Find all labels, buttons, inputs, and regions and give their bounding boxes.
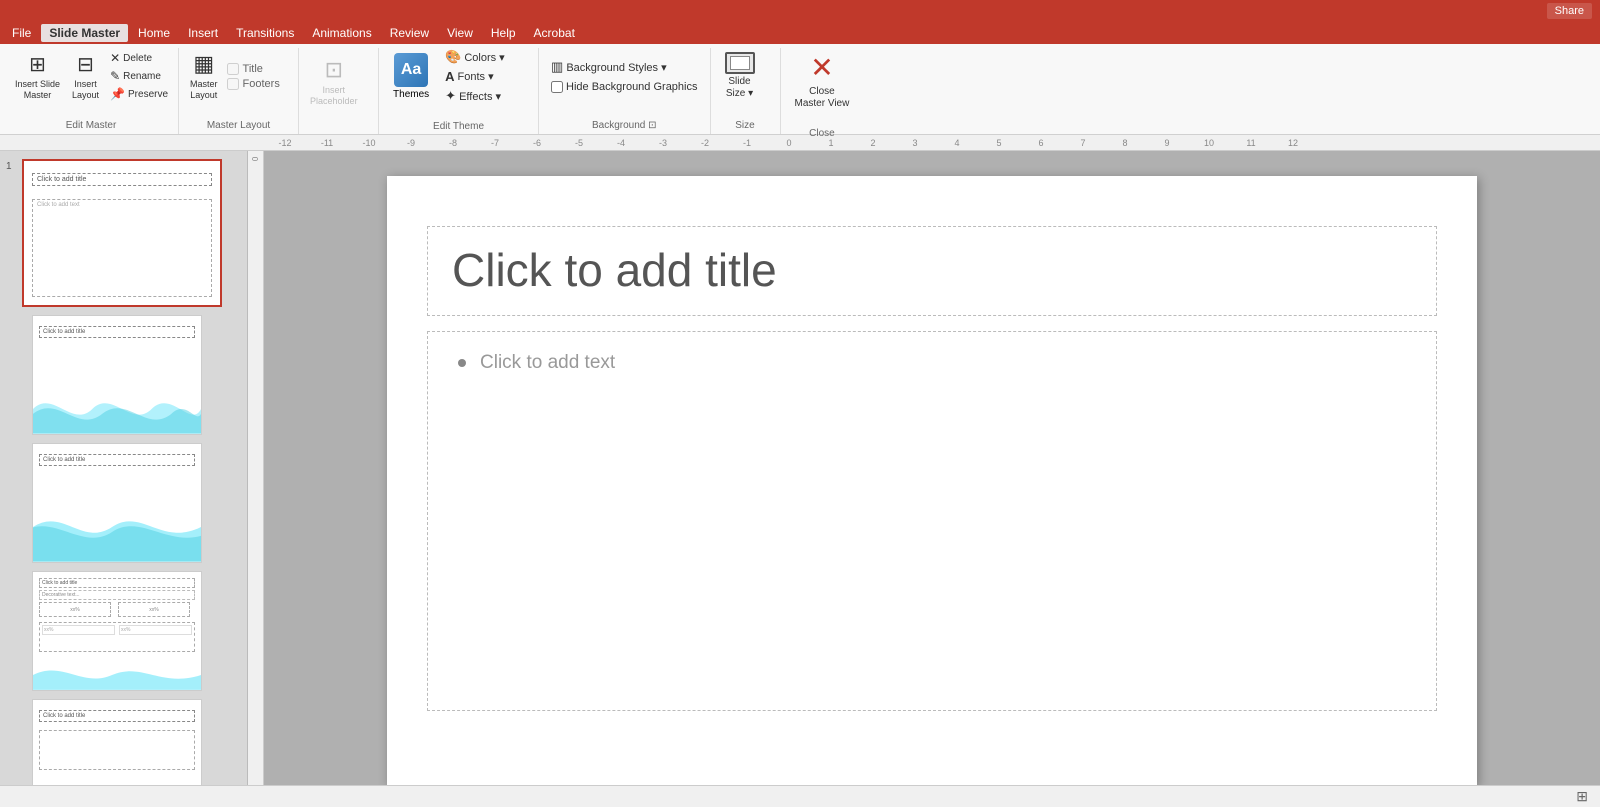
slide-content-text: Click to add text [480, 352, 615, 374]
master-layout-label: Master Layout [185, 120, 292, 134]
ribbon-group-buttons-background: ▥ Background Styles ▾ Hide Background Gr… [545, 48, 703, 120]
rename-icon: ✎ [110, 69, 120, 83]
ribbon-group-insert-placeholder: ⊡ InsertPlaceholder [299, 48, 379, 134]
ribbon-group-size: SlideSize ▾ Size [711, 48, 781, 134]
master-layout-icon: ▦ [193, 51, 214, 77]
menu-review[interactable]: Review [382, 24, 437, 42]
close-master-icon: ✕ [805, 50, 839, 84]
background-expand-icon[interactable]: ⊡ [648, 120, 656, 131]
status-bar: ⊞ [0, 785, 1600, 807]
main-content: 1 Click to add title Click to add text C… [0, 151, 1600, 785]
delete-button[interactable]: ✕ Delete [106, 50, 172, 66]
slide-thumb-img-3: Click to add title [32, 443, 202, 563]
slide-thumb-img-1: Click to add title Click to add text [22, 159, 222, 307]
slide-thumbnail-5[interactable]: Click to add title [22, 699, 241, 785]
footers-checkbox[interactable] [227, 78, 239, 90]
share-button[interactable]: Share [1547, 3, 1592, 19]
ruler-vertical: 6543210-1-2-3-4-5-6 [248, 151, 264, 785]
ribbon-group-buttons-edit-master: ⊞ Insert SlideMaster ⊟ InsertLayout ✕ De… [10, 48, 172, 120]
title-bar: Share [0, 0, 1600, 22]
edit-theme-label: Edit Theme [385, 121, 532, 135]
slide-thumbnail-3[interactable]: Click to add title [22, 443, 241, 563]
slide-thumb-img-5: Click to add title [32, 699, 202, 785]
slide-thumbnail-2[interactable]: Click to add title [22, 315, 241, 435]
themes-button[interactable]: Aa Themes [385, 51, 437, 102]
colors-icon: 🎨 [445, 49, 461, 65]
insert-layout-icon: ⊟ [77, 52, 94, 77]
close-master-view-button[interactable]: ✕ CloseMaster View [787, 48, 858, 112]
slide-scroll-area: Click to add title Click to add text [264, 151, 1600, 785]
menu-bar: File Slide Master Home Insert Transition… [0, 22, 1600, 44]
ribbon-group-master-layout: ▦ MasterLayout Title Footers Master Layo… [179, 48, 299, 134]
themes-icon: Aa [394, 53, 428, 87]
effects-icon: ✦ [445, 88, 456, 104]
status-icon: ⊞ [1576, 788, 1588, 805]
slide-thumbnail-4[interactable]: Click to add title Decorative text... xx… [22, 571, 241, 691]
background-label: Background ⊡ [545, 120, 703, 134]
slide-content-row: Click to add text [458, 352, 1406, 374]
rename-button[interactable]: ✎ Rename [106, 68, 172, 84]
theme-options-stack: 🎨 Colors ▾ A Fonts ▾ ✦ Effects ▾ [439, 48, 511, 105]
master-layout-button[interactable]: ▦ MasterLayout [185, 49, 223, 103]
slide-thumb-img-4: Click to add title Decorative text... xx… [32, 571, 202, 691]
slide-thumbnail-1[interactable]: 1 Click to add title Click to add text [22, 159, 241, 307]
ribbon-group-edit-master: ⊞ Insert SlideMaster ⊟ InsertLayout ✕ De… [4, 48, 179, 134]
slide-number-1: 1 [6, 161, 12, 172]
preserve-icon: 📌 [110, 87, 125, 101]
fonts-button[interactable]: A Fonts ▾ [439, 68, 511, 85]
edit-master-label: Edit Master [10, 120, 172, 134]
title-checkbox[interactable] [227, 63, 239, 75]
fonts-icon: A [445, 69, 454, 84]
ribbon-group-buttons-master-layout: ▦ MasterLayout Title Footers [185, 48, 292, 120]
ribbon: ⊞ Insert SlideMaster ⊟ InsertLayout ✕ De… [0, 44, 1600, 135]
footers-checkbox-label[interactable]: Footers [227, 78, 280, 90]
slide-size-button[interactable]: SlideSize ▾ [717, 50, 763, 102]
slide-content-placeholder[interactable]: Click to add text [427, 331, 1437, 711]
menu-help[interactable]: Help [483, 24, 524, 42]
ribbon-content: ⊞ Insert SlideMaster ⊟ InsertLayout ✕ De… [0, 44, 1600, 134]
background-styles-icon: ▥ [551, 59, 563, 75]
menu-home[interactable]: Home [130, 24, 178, 42]
insert-slide-master-button[interactable]: ⊞ Insert SlideMaster [10, 50, 65, 103]
bullet-dot [458, 359, 466, 367]
master-layout-checkboxes: Title Footers [227, 63, 280, 90]
menu-slide-master[interactable]: Slide Master [41, 24, 128, 42]
insert-layout-button[interactable]: ⊟ InsertLayout [67, 50, 104, 103]
size-label: Size [717, 120, 774, 134]
hide-bg-button[interactable]: Hide Background Graphics [545, 79, 703, 95]
ribbon-group-buttons-edit-theme: Aa Themes 🎨 Colors ▾ A Fonts ▾ ✦ Ef [385, 48, 532, 121]
title-checkbox-label[interactable]: Title [227, 63, 280, 75]
menu-view[interactable]: View [439, 24, 481, 42]
menu-animations[interactable]: Animations [304, 24, 379, 42]
edit-master-stack: ✕ Delete ✎ Rename 📌 Preserve [106, 50, 172, 102]
colors-button[interactable]: 🎨 Colors ▾ [439, 48, 511, 66]
slide-size-icon [725, 52, 755, 74]
menu-insert[interactable]: Insert [180, 24, 226, 42]
effects-button[interactable]: ✦ Effects ▾ [439, 87, 511, 105]
ribbon-group-close: ✕ CloseMaster View Close [781, 48, 864, 134]
slide-title-text: Click to add title [452, 244, 777, 296]
slide-thumb-img-2: Click to add title [32, 315, 202, 435]
menu-transitions[interactable]: Transitions [228, 24, 302, 42]
insert-placeholder-button[interactable]: ⊡ InsertPlaceholder [305, 55, 363, 109]
background-styles-button[interactable]: ▥ Background Styles ▾ [545, 57, 703, 77]
ribbon-group-background: ▥ Background Styles ▾ Hide Background Gr… [539, 48, 710, 134]
ribbon-group-edit-theme: Aa Themes 🎨 Colors ▾ A Fonts ▾ ✦ Ef [379, 48, 539, 134]
close-label: Close [787, 128, 858, 142]
menu-acrobat[interactable]: Acrobat [526, 24, 583, 42]
slide-title-placeholder[interactable]: Click to add title [427, 226, 1437, 316]
delete-icon: ✕ [110, 51, 120, 65]
slide-panel: 1 Click to add title Click to add text C… [0, 151, 248, 785]
insert-placeholder-label [305, 131, 372, 134]
hide-bg-checkbox[interactable] [551, 81, 563, 93]
menu-file[interactable]: File [4, 24, 39, 42]
insert-slide-master-icon: ⊞ [29, 52, 46, 77]
preserve-button[interactable]: 📌 Preserve [106, 86, 172, 102]
insert-placeholder-icon: ⊡ [325, 57, 343, 83]
main-slide: Click to add title Click to add text [387, 176, 1477, 785]
